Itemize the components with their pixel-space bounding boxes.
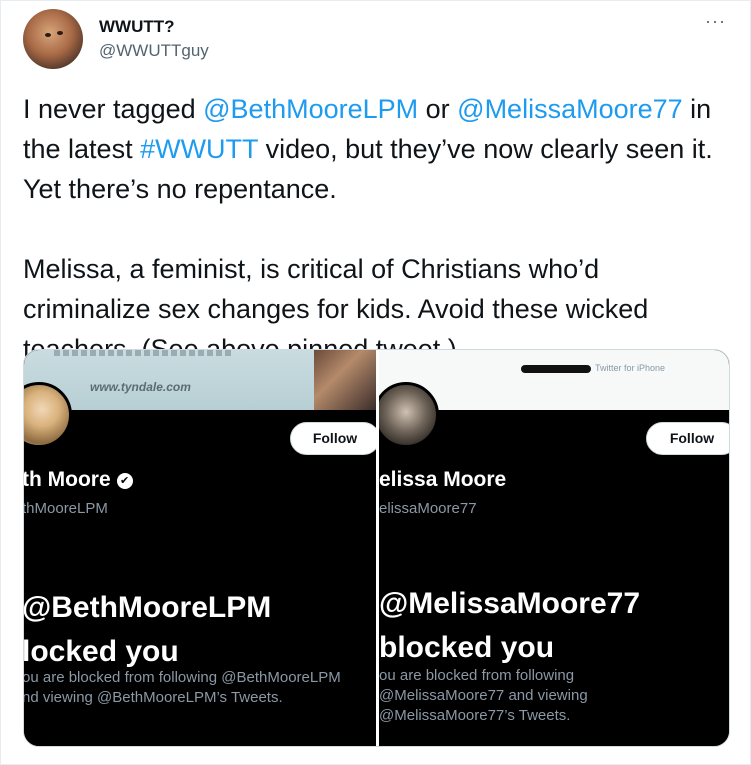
blocked-title: @BethMooreLPM locked you <box>24 586 271 674</box>
author-avatar[interactable] <box>23 9 83 69</box>
mention-melissa-moore[interactable]: @MelissaMoore77 <box>457 94 683 124</box>
tweet-text: I never tagged @BethMooreLPM or @Melissa… <box>23 89 723 369</box>
blocked-title-line: @MelissaMoore77 <box>379 587 641 620</box>
verified-badge-icon: ✔ <box>116 473 133 489</box>
more-options-icon[interactable]: ··· <box>705 11 726 32</box>
banner-photo <box>314 350 376 410</box>
blocked-title: @MelissaMoore77 blocked you <box>379 582 640 670</box>
tweet-media[interactable]: www.tyndale.com Follow th Moore ✔ thMoore… <box>23 349 730 747</box>
profile-name: elissa Moore <box>379 468 507 491</box>
screenshot-beth-moore[interactable]: www.tyndale.com Follow th Moore ✔ thMoore… <box>24 350 376 746</box>
blocked-desc-line: @MelissaMoore77’s Tweets. <box>379 707 571 724</box>
redaction-bar <box>521 365 591 373</box>
twitter-for-iphone-label: Twitter for iPhone <box>595 363 666 373</box>
blocked-description: ou are blocked from following @MelissaMo… <box>379 666 588 726</box>
profile-banner: www.tyndale.com <box>24 350 376 410</box>
tweet-paragraph-1: I never tagged @BethMooreLPM or @Melissa… <box>23 89 723 209</box>
profile-avatar <box>379 382 439 448</box>
profile-name: th Moore ✔ <box>24 468 133 492</box>
follow-button: Follow <box>290 422 376 455</box>
text-segment: I never tagged <box>23 94 204 124</box>
blocked-desc-line: @MelissaMoore77 and viewing <box>379 687 588 704</box>
tweet-card: WWUTT? @WWUTTguy ··· I never tagged @Bet… <box>0 0 751 765</box>
banner-url: www.tyndale.com <box>90 380 191 394</box>
author-name[interactable]: WWUTT? <box>99 17 175 37</box>
profile-handle: elissaMoore77 <box>379 500 477 517</box>
blocked-desc-line: nd viewing @BethMooreLPM’s Tweets. <box>24 689 283 706</box>
profile-handle: thMooreLPM <box>24 500 108 517</box>
banner-text-fragment <box>54 350 234 356</box>
screenshot-melissa-moore[interactable]: Twitter for iPhone Follow elissa Moore e… <box>379 350 729 746</box>
blocked-description: ou are blocked from following @BethMoore… <box>24 668 341 708</box>
hashtag-wwutt[interactable]: #WWUTT <box>140 134 258 164</box>
blocked-title-line: blocked you <box>379 631 555 664</box>
mention-beth-moore[interactable]: @BethMooreLPM <box>203 94 418 124</box>
blocked-title-line: @BethMooreLPM <box>24 591 272 624</box>
follow-button: Follow <box>646 422 729 455</box>
blocked-desc-line: ou are blocked from following <box>379 667 575 684</box>
profile-name-text: th Moore <box>24 468 111 491</box>
author-handle[interactable]: @WWUTTguy <box>99 41 209 61</box>
blocked-desc-line: ou are blocked from following @BethMoore… <box>24 669 341 686</box>
text-segment: or <box>418 94 458 124</box>
